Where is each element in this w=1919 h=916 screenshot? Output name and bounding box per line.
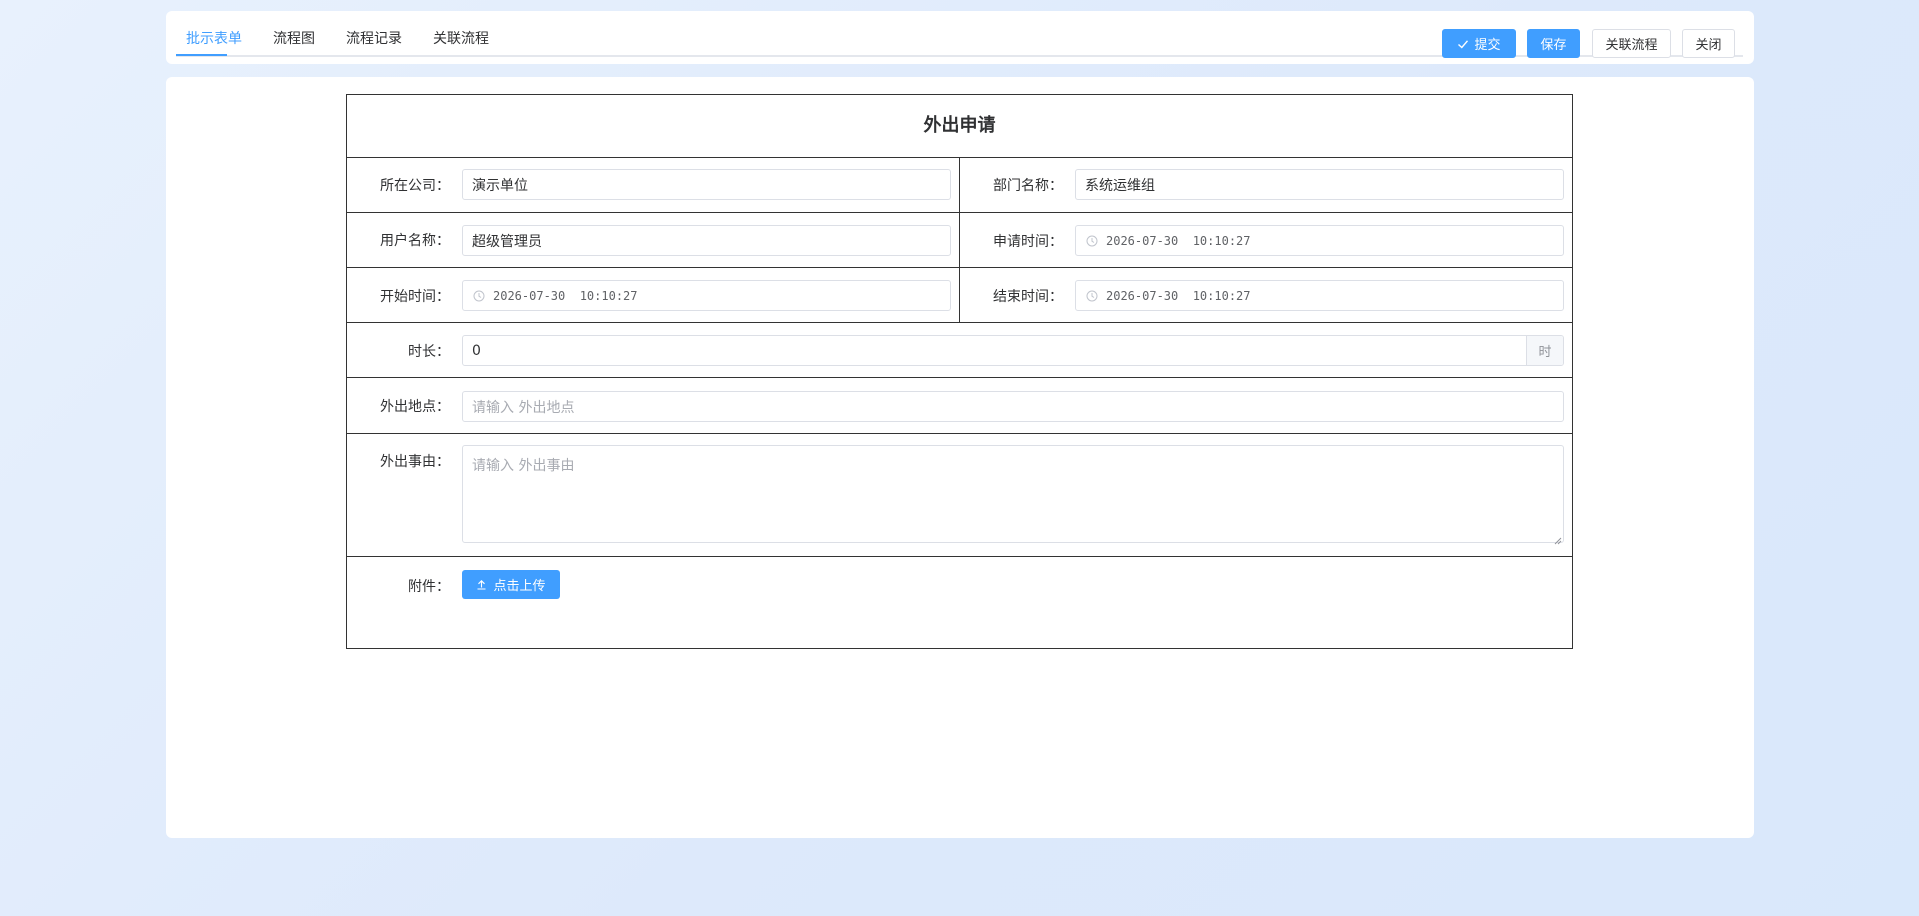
close-button[interactable]: 关闭 bbox=[1682, 29, 1735, 58]
end-time-picker[interactable]: 2026-07-30 10:10:27 bbox=[1075, 280, 1564, 311]
outing-application-form: 外出申请 所在公司： 演示单位 部门名称： 系统运维组 用户名称： 超级管理员 … bbox=[346, 94, 1573, 649]
top-toolbar: 批示表单 流程图 流程记录 关联流程 提交 保存 关联流程 关闭 bbox=[166, 11, 1754, 64]
reason-placeholder: 请输入 外出事由 bbox=[472, 458, 575, 474]
form-title: 外出申请 bbox=[347, 95, 1572, 158]
clock-icon bbox=[1086, 235, 1098, 247]
company-value: 演示单位 bbox=[472, 177, 528, 194]
upload-button[interactable]: 点击上传 bbox=[462, 570, 560, 599]
end-time-value: 2026-07-30 10:10:27 bbox=[1106, 288, 1251, 303]
related-flow-button[interactable]: 关联流程 bbox=[1592, 29, 1671, 58]
clock-icon bbox=[473, 290, 485, 302]
department-input[interactable]: 系统运维组 bbox=[1075, 169, 1564, 200]
column-divider bbox=[959, 157, 960, 323]
row-divider bbox=[347, 433, 1572, 434]
tab-related-flow[interactable]: 关联流程 bbox=[433, 28, 489, 48]
department-label: 部门名称： bbox=[993, 178, 1063, 194]
duration-unit: 时 bbox=[1526, 336, 1563, 365]
apply-time-label: 申请时间： bbox=[993, 234, 1063, 250]
location-input[interactable]: 请输入 外出地点 bbox=[462, 391, 1564, 422]
location-placeholder: 请输入 外出地点 bbox=[472, 399, 575, 416]
duration-value: 0 bbox=[472, 342, 481, 359]
apply-time-picker[interactable]: 2026-07-30 10:10:27 bbox=[1075, 225, 1564, 256]
duration-label: 时长： bbox=[408, 344, 450, 360]
start-time-label: 开始时间： bbox=[380, 289, 450, 305]
check-icon bbox=[1457, 38, 1469, 50]
start-time-value: 2026-07-30 10:10:27 bbox=[493, 288, 638, 303]
submit-button[interactable]: 提交 bbox=[1442, 29, 1516, 58]
apply-time-value: 2026-07-30 10:10:27 bbox=[1106, 233, 1251, 248]
tab-approval-form[interactable]: 批示表单 bbox=[186, 28, 242, 48]
department-value: 系统运维组 bbox=[1085, 177, 1155, 194]
company-input[interactable]: 演示单位 bbox=[462, 169, 951, 200]
location-label: 外出地点： bbox=[380, 399, 450, 415]
row-divider bbox=[347, 556, 1572, 557]
start-time-picker[interactable]: 2026-07-30 10:10:27 bbox=[462, 280, 951, 311]
duration-input[interactable]: 0 时 bbox=[462, 335, 1564, 366]
clock-icon bbox=[1086, 290, 1098, 302]
content-panel: 外出申请 所在公司： 演示单位 部门名称： 系统运维组 用户名称： 超级管理员 … bbox=[166, 77, 1754, 838]
reason-label: 外出事由： bbox=[380, 454, 450, 470]
upload-label: 点击上传 bbox=[493, 579, 546, 594]
user-label: 用户名称： bbox=[380, 233, 450, 249]
save-button[interactable]: 保存 bbox=[1527, 29, 1580, 58]
reason-textarea[interactable]: 请输入 外出事由 bbox=[462, 445, 1564, 545]
submit-label: 提交 bbox=[1474, 38, 1501, 53]
company-label: 所在公司： bbox=[380, 178, 450, 194]
tab-flow-chart[interactable]: 流程图 bbox=[273, 28, 315, 48]
attachment-label: 附件： bbox=[408, 579, 450, 595]
user-value: 超级管理员 bbox=[472, 233, 542, 250]
user-input[interactable]: 超级管理员 bbox=[462, 225, 951, 256]
resize-handle-icon[interactable] bbox=[1554, 533, 1562, 545]
row-divider bbox=[347, 377, 1572, 378]
end-time-label: 结束时间： bbox=[993, 289, 1063, 305]
upload-icon bbox=[476, 579, 487, 590]
tab-flow-records[interactable]: 流程记录 bbox=[346, 28, 402, 48]
active-tab-indicator bbox=[176, 54, 227, 56]
